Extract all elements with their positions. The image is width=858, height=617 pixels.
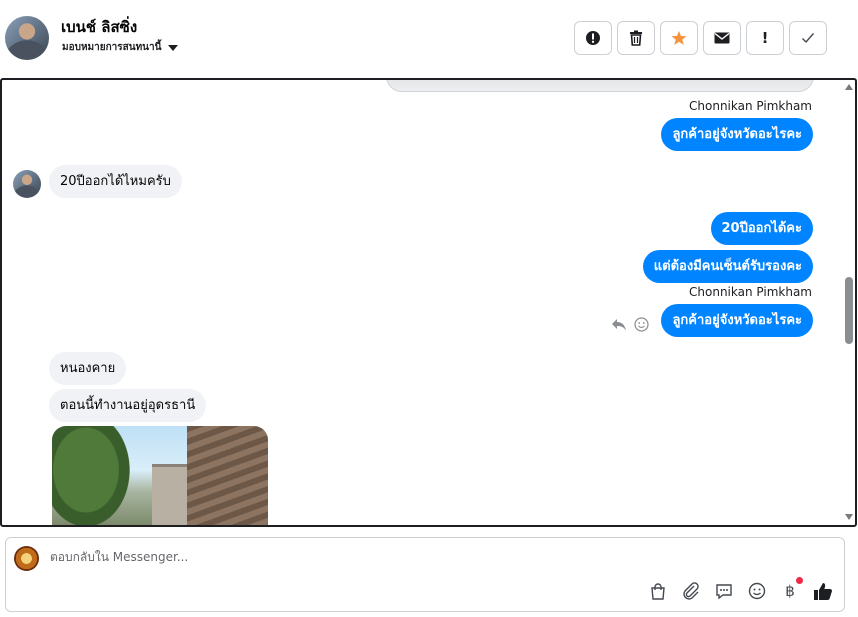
- message-bubble-outgoing[interactable]: ลูกค้าอยู่จังหวัดอะไรคะ: [661, 304, 813, 337]
- star-icon: [671, 31, 687, 45]
- saved-replies-button[interactable]: [713, 580, 735, 602]
- contact-name[interactable]: เบนช์ ลิสซิ่ง: [61, 15, 137, 39]
- message-bubble-incoming[interactable]: 20ปีออกได้ไหมครับ: [49, 165, 182, 198]
- exclamation-icon: !: [761, 29, 769, 47]
- contact-avatar-small[interactable]: [13, 170, 41, 198]
- assign-label: มอบหมายการสนทนานี้: [62, 42, 162, 53]
- message-bubble-outgoing[interactable]: ลูกค้าอยู่จังหวัดอะไรคะ: [661, 118, 813, 151]
- emoji-button[interactable]: [746, 580, 768, 602]
- notification-dot: [796, 577, 803, 584]
- envelope-icon: [714, 32, 730, 44]
- payment-button[interactable]: ฿: [779, 577, 803, 602]
- assign-conversation-dropdown[interactable]: มอบหมายการสนทนานี้: [62, 40, 179, 55]
- shared-image-bottom-edge[interactable]: [386, 80, 814, 92]
- shopping-bag-icon: [651, 582, 665, 600]
- report-button[interactable]: [574, 21, 612, 55]
- scrollbar-thumb[interactable]: [845, 277, 853, 344]
- message-bubble-outgoing[interactable]: 20ปีออกได้คะ: [710, 212, 813, 245]
- message-thread[interactable]: Chonnikan Pimkham ลูกค้าอยู่จังหวัดอะไรค…: [0, 78, 857, 527]
- paperclip-icon: [683, 582, 699, 600]
- page-avatar: [14, 546, 39, 571]
- chat-bubble-icon: [716, 583, 732, 599]
- alert-circle-icon: [586, 31, 600, 45]
- attach-button[interactable]: [680, 580, 702, 602]
- composer-tools: ฿: [647, 577, 834, 602]
- conversation-header: เบนช์ ลิสซิ่ง มอบหมายการสนทนานี้ !: [0, 0, 858, 78]
- header-actions: !: [574, 21, 827, 55]
- photo-tree: [52, 426, 137, 525]
- contact-avatar[interactable]: [5, 16, 49, 60]
- photo-gate: [187, 426, 268, 525]
- message-bubble-outgoing[interactable]: แต่ต้องมีคนเซ็นต์รับรองคะ: [642, 250, 813, 283]
- scroll-up-arrow[interactable]: [845, 84, 853, 90]
- spam-button[interactable]: !: [746, 21, 784, 55]
- react-emoji-icon[interactable]: [634, 317, 649, 336]
- mark-unread-button[interactable]: [703, 21, 741, 55]
- sender-name: Chonnikan Pimkham: [689, 285, 812, 299]
- mark-done-button[interactable]: [789, 21, 827, 55]
- sender-name: Chonnikan Pimkham: [689, 99, 812, 113]
- trash-icon: [630, 30, 642, 46]
- message-bubble-incoming[interactable]: ตอนนี้ทำงานอยู่อุดรธานี: [49, 389, 207, 422]
- thumbs-up-icon: [814, 582, 832, 600]
- reply-input[interactable]: [50, 550, 650, 564]
- scroll-down-arrow[interactable]: [845, 514, 853, 520]
- delete-button[interactable]: [617, 21, 655, 55]
- like-button[interactable]: [812, 580, 834, 602]
- star-button[interactable]: [660, 21, 698, 55]
- shared-photo[interactable]: [52, 426, 268, 525]
- shop-bag-button[interactable]: [647, 580, 669, 602]
- reply-composer: ฿: [5, 537, 845, 612]
- caret-down-icon: [168, 44, 179, 51]
- check-icon: [802, 33, 815, 44]
- message-bubble-incoming[interactable]: หนองคาย: [49, 352, 127, 385]
- smiley-icon: [748, 582, 766, 600]
- baht-icon: ฿: [785, 582, 795, 600]
- reply-icon[interactable]: [611, 317, 627, 336]
